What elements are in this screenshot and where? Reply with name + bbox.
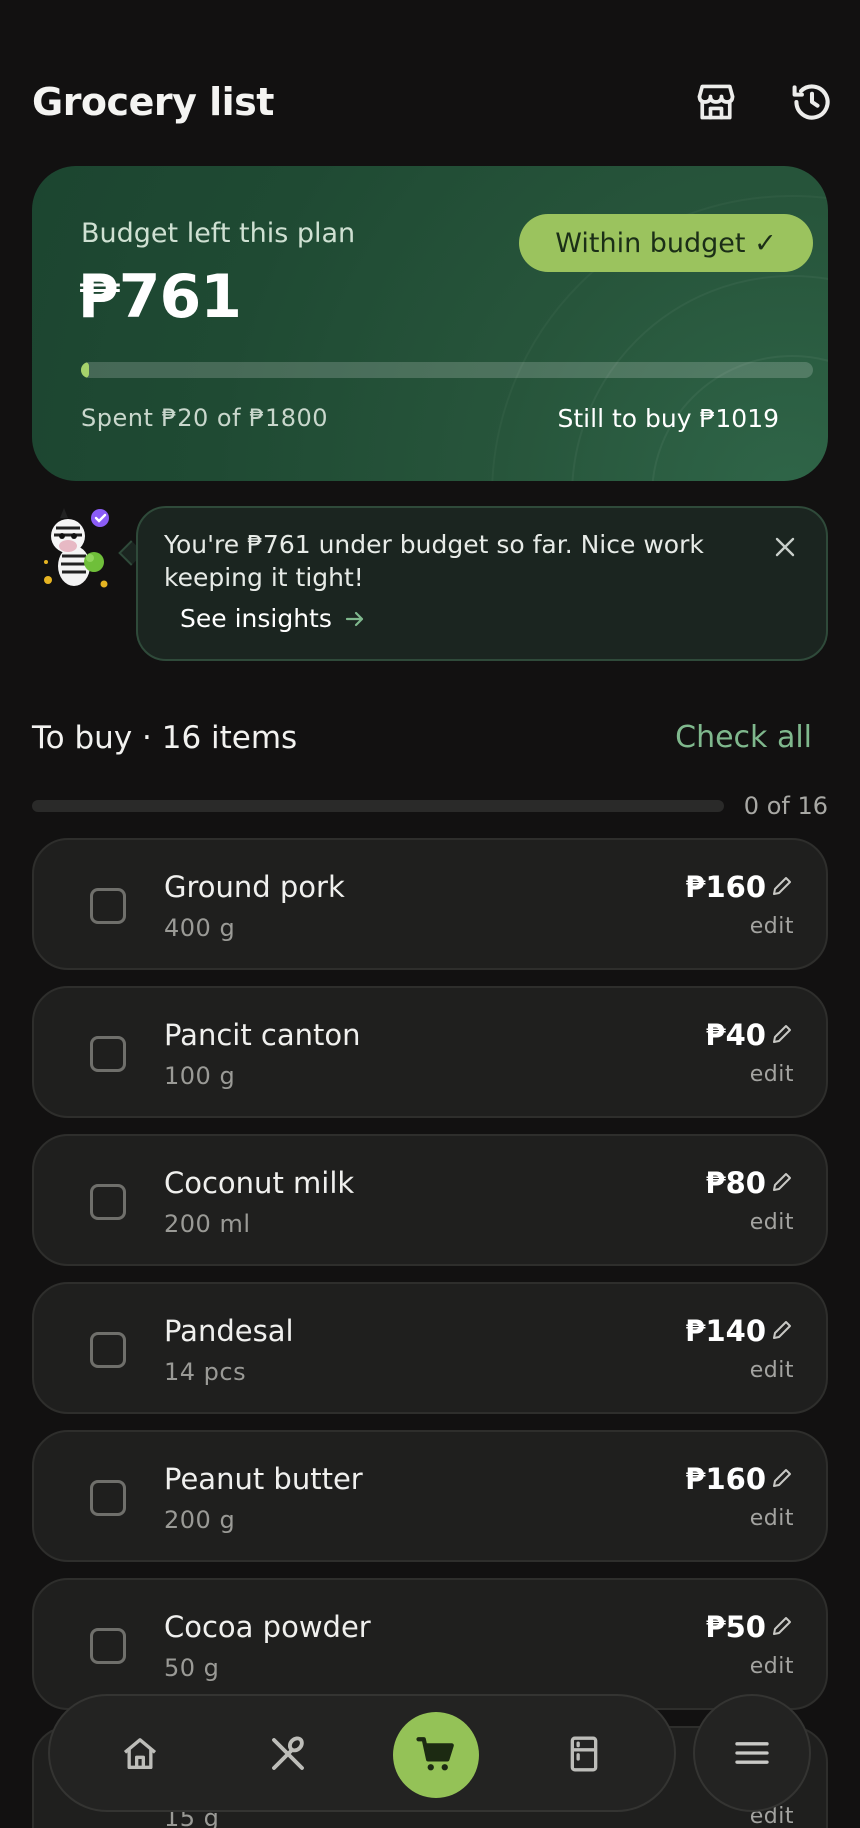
to-buy-title: To buy · 16 items: [32, 720, 298, 756]
budget-progress-bar: [81, 362, 813, 378]
item-price: ₱50: [705, 1610, 766, 1644]
zebra-mascot-icon: [34, 504, 124, 594]
status-badge: Within budget ✓: [519, 214, 813, 272]
list-item[interactable]: Peanut butter 200 g ₱160 edit: [32, 1430, 828, 1562]
item-price: ₱140: [685, 1314, 766, 1348]
item-checkbox[interactable]: [90, 1184, 126, 1220]
item-quantity: 200 g: [164, 1506, 236, 1534]
bottom-nav: [48, 1694, 676, 1812]
arrow-right-icon: [345, 611, 363, 626]
item-name: Cocoa powder: [164, 1610, 371, 1644]
pencil-icon[interactable]: [770, 1318, 794, 1342]
item-checkbox[interactable]: [90, 1036, 126, 1072]
utensils-icon[interactable]: [248, 1714, 328, 1794]
see-insights-link[interactable]: See insights: [180, 604, 366, 633]
insight-bubble: You're ₱761 under budget so far. Nice wo…: [136, 506, 828, 661]
edit-link[interactable]: edit: [750, 1654, 794, 1679]
list-item[interactable]: Pancit canton 100 g ₱40 edit: [32, 986, 828, 1118]
item-quantity: 100 g: [164, 1062, 236, 1090]
page-title: Grocery list: [32, 80, 274, 124]
item-checkbox[interactable]: [90, 888, 126, 924]
pencil-icon[interactable]: [770, 1022, 794, 1046]
item-price: ₱40: [705, 1018, 766, 1052]
item-name: Peanut butter: [164, 1462, 363, 1496]
edit-link[interactable]: edit: [750, 1358, 794, 1383]
item-quantity: 400 g: [164, 914, 236, 942]
item-quantity: 14 pcs: [164, 1358, 247, 1386]
edit-link[interactable]: edit: [750, 1062, 794, 1087]
check-all-button[interactable]: Check all: [675, 720, 812, 755]
budget-card: Budget left this plan ₱761 Within budget…: [32, 166, 828, 481]
pencil-icon[interactable]: [770, 1614, 794, 1638]
still-to-buy-text: Still to buy ₱1019: [557, 404, 779, 433]
pencil-icon[interactable]: [770, 1466, 794, 1490]
item-quantity: 50 g: [164, 1654, 220, 1682]
item-checkbox[interactable]: [90, 1332, 126, 1368]
history-icon[interactable]: [788, 78, 836, 126]
list-progress-count: 0 of 16: [743, 792, 828, 820]
menu-icon[interactable]: [693, 1694, 811, 1812]
list-item[interactable]: Cocoa powder 50 g ₱50 edit: [32, 1578, 828, 1710]
spent-text: Spent ₱20 of ₱1800: [81, 404, 329, 432]
item-checkbox[interactable]: [90, 1628, 126, 1664]
item-price: ₱160: [685, 1462, 766, 1496]
list-item[interactable]: Ground pork 400 g ₱160 edit: [32, 838, 828, 970]
cart-icon[interactable]: [393, 1712, 479, 1798]
list-item[interactable]: Pandesal 14 pcs ₱140 edit: [32, 1282, 828, 1414]
item-name: Pandesal: [164, 1314, 294, 1348]
item-price: ₱160: [685, 870, 766, 904]
list-progress-bar: [32, 800, 724, 812]
home-icon[interactable]: [100, 1714, 180, 1794]
item-quantity: 200 ml: [164, 1210, 251, 1238]
item-name: Ground pork: [164, 870, 345, 904]
close-icon[interactable]: [770, 532, 800, 562]
fridge-icon[interactable]: [544, 1714, 624, 1794]
budget-label: Budget left this plan: [81, 218, 356, 249]
item-name: Pancit canton: [164, 1018, 361, 1052]
edit-link[interactable]: edit: [750, 1506, 794, 1531]
item-name: Coconut milk: [164, 1166, 355, 1200]
pencil-icon[interactable]: [770, 1170, 794, 1194]
budget-amount: ₱761: [78, 262, 242, 332]
edit-link[interactable]: edit: [750, 1210, 794, 1235]
list-item[interactable]: Coconut milk 200 ml ₱80 edit: [32, 1134, 828, 1266]
item-checkbox[interactable]: [90, 1480, 126, 1516]
header: Grocery list: [0, 0, 860, 160]
see-insights-label: See insights: [180, 604, 332, 633]
item-price: ₱80: [705, 1166, 766, 1200]
pencil-icon[interactable]: [770, 874, 794, 898]
edit-link[interactable]: edit: [750, 914, 794, 939]
insight-message: You're ₱761 under budget so far. Nice wo…: [164, 530, 704, 592]
storefront-icon[interactable]: [692, 78, 740, 126]
